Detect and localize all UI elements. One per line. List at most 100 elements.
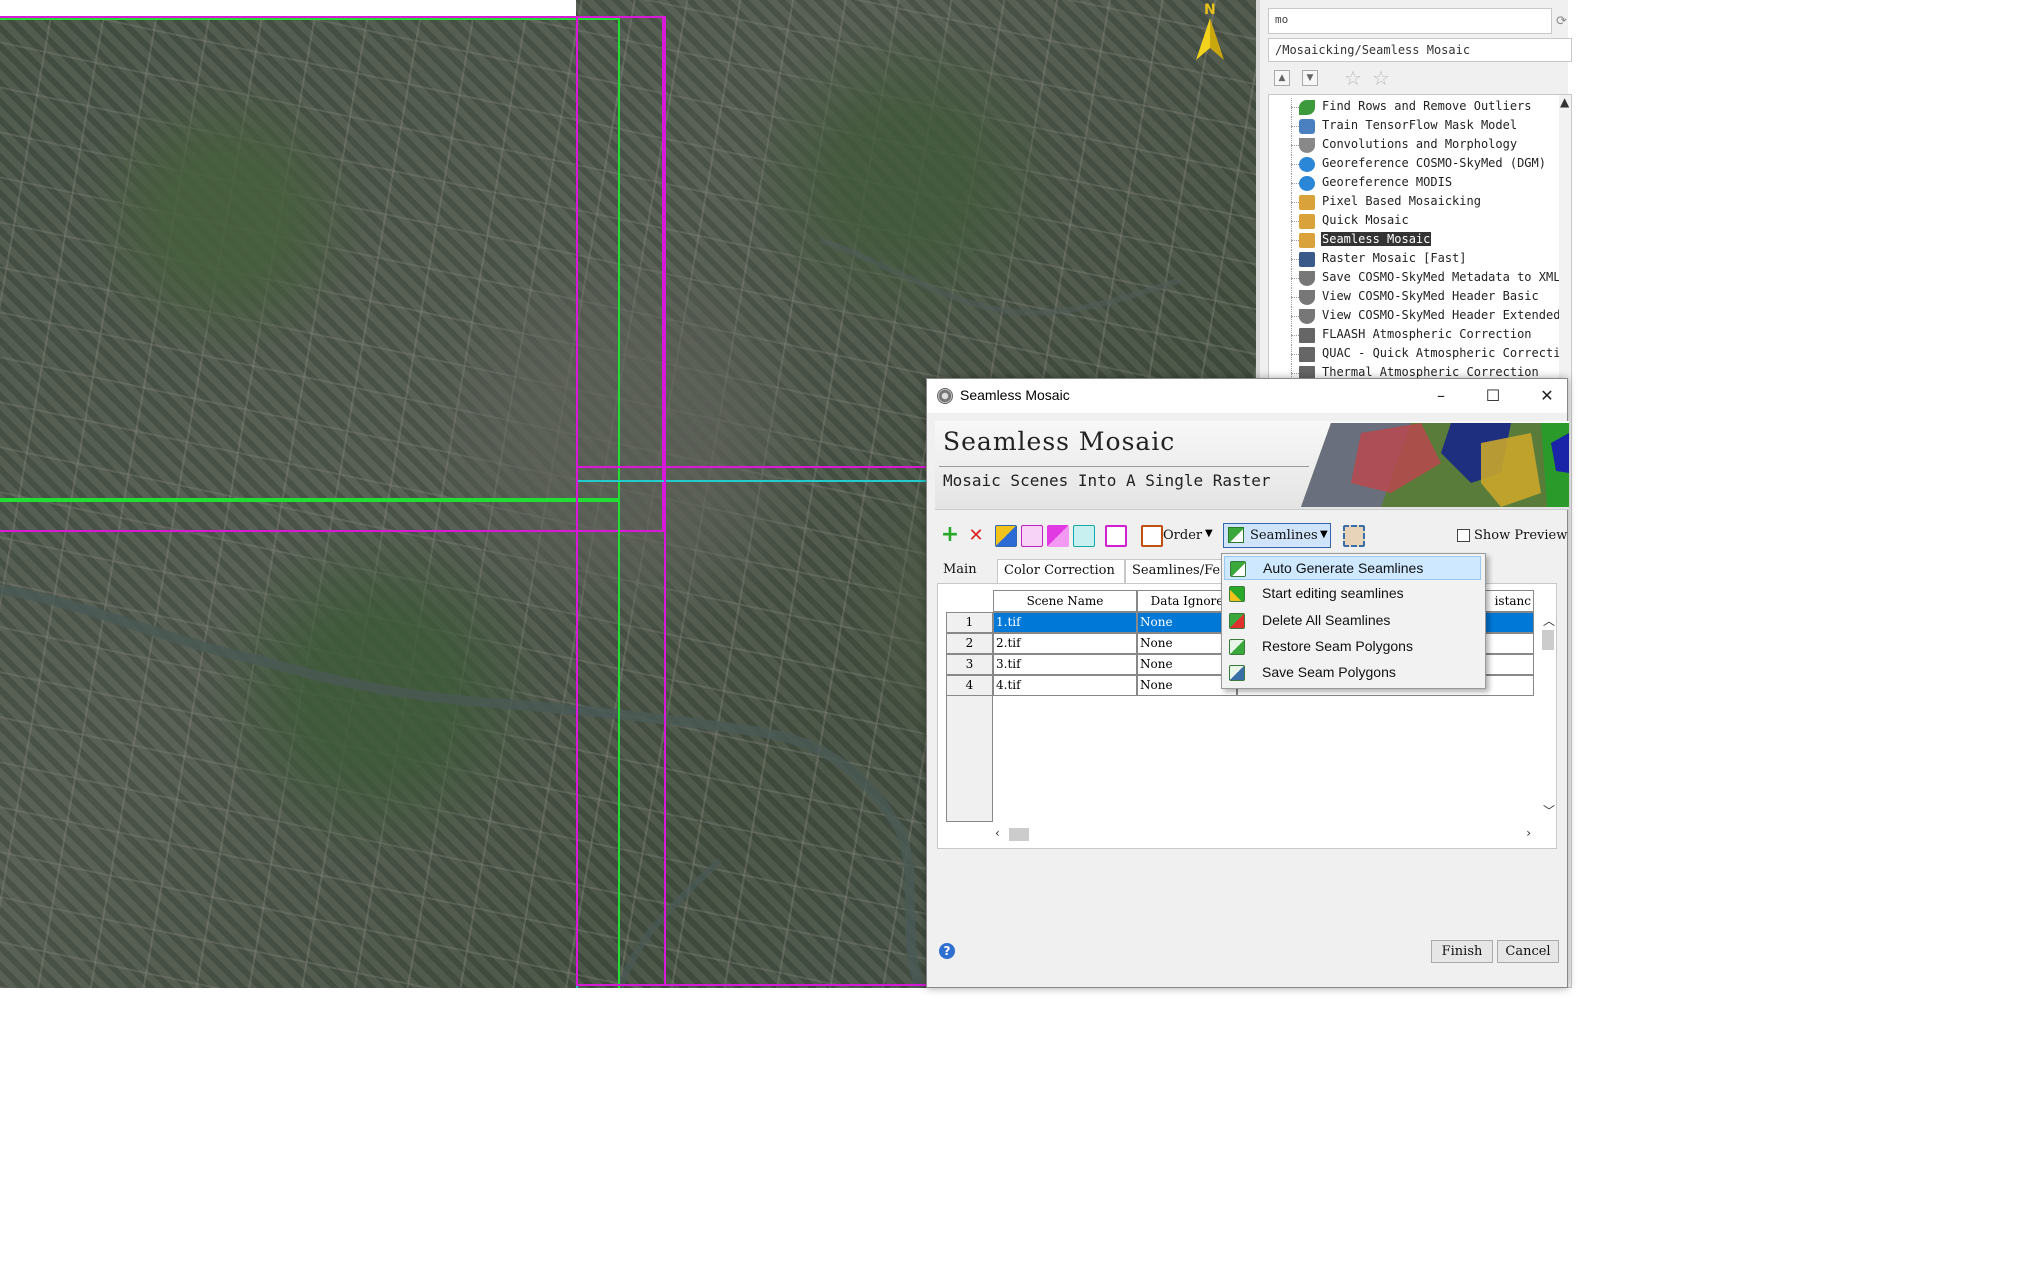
expand-all-button[interactable]: ▼	[1302, 70, 1318, 86]
puzzle-icon	[1299, 214, 1315, 229]
crop-icon[interactable]	[1343, 525, 1365, 547]
refresh-icon[interactable]: ⟳	[1556, 14, 1567, 29]
collapse-all-button[interactable]: ▲	[1274, 70, 1290, 86]
favorite-star-icon[interactable]: ☆	[1344, 66, 1362, 90]
dialog-subheading: Mosaic Scenes Into A Single Raster	[943, 471, 1271, 490]
table-horizontal-scrollbar[interactable]: ‹ ›	[993, 826, 1533, 842]
puzzle-icon	[1299, 195, 1315, 210]
seamlines-dropdown-menu: Auto Generate Seamlines Start editing sea…	[1221, 553, 1486, 689]
show-preview-label: Show Preview	[1474, 528, 1568, 543]
cyan-footprint-icon[interactable]	[1073, 525, 1095, 547]
tree-item[interactable]: Find Rows and Remove Outliers	[1269, 98, 1559, 117]
binary-icon	[1299, 347, 1315, 362]
column-header-distance[interactable]: istanc	[1482, 590, 1534, 612]
delete-seamline-icon	[1229, 612, 1245, 629]
close-button[interactable]: ✕	[1527, 383, 1567, 409]
finish-button[interactable]: Finish	[1431, 940, 1493, 963]
dialog-heading: Seamless Mosaic	[943, 427, 1176, 456]
order-button[interactable]: Order	[1163, 528, 1202, 543]
tree-item-label: Find Rows and Remove Outliers	[1322, 99, 1532, 113]
tree-item[interactable]: Save COSMO-SkyMed Metadata to XML	[1269, 269, 1561, 288]
tab-color-correction[interactable]: Color Correction	[997, 559, 1125, 583]
menu-item-label: Delete All Seamlines	[1262, 611, 1391, 628]
tree-item-label: View COSMO-SkyMed Header Extended	[1322, 308, 1561, 322]
tree-item-label: QUAC - Quick Atmospheric Correcti	[1322, 346, 1561, 360]
tree-item-label: Save COSMO-SkyMed Metadata to XML	[1322, 270, 1561, 284]
binary-icon	[1299, 328, 1315, 343]
tree-item[interactable]: View COSMO-SkyMed Header Basic	[1269, 288, 1559, 307]
cell-scene-name[interactable]: 3.tif	[993, 654, 1137, 675]
tree-item[interactable]: Georeference COSMO-SkyMed (DGM)	[1269, 155, 1559, 174]
order-icon[interactable]	[1141, 525, 1163, 547]
row-number[interactable]: 3	[946, 654, 993, 675]
menu-item[interactable]: Start editing seamlines	[1224, 582, 1481, 606]
menu-item-label: Restore Seam Polygons	[1262, 637, 1413, 654]
color-correction-icon[interactable]	[995, 525, 1017, 547]
leaf-icon	[1299, 100, 1315, 115]
tree-item[interactable]: Georeference MODIS	[1269, 174, 1559, 193]
tree-item-label: Georeference COSMO-SkyMed (DGM)	[1322, 156, 1546, 170]
seamlines-icon	[1228, 527, 1244, 543]
show-preview-checkbox[interactable]	[1457, 529, 1470, 542]
tree-item-label: Train TensorFlow Mask Model	[1322, 118, 1518, 132]
raster-icon	[1299, 252, 1315, 267]
maximize-button[interactable]: ☐	[1473, 383, 1513, 409]
row-number[interactable]: 4	[946, 675, 993, 696]
tree-item[interactable]: FLAASH Atmospheric Correction	[1269, 326, 1559, 345]
tree-item-label: Convolutions and Morphology	[1322, 137, 1518, 151]
tree-item[interactable]: Convolutions and Morphology	[1269, 136, 1559, 155]
add-scene-icon[interactable]: +	[939, 524, 961, 547]
row-number[interactable]: 1	[946, 612, 993, 633]
overlap-icon[interactable]	[1105, 525, 1127, 547]
minimize-button[interactable]: –	[1421, 383, 1461, 409]
remove-scene-icon[interactable]: ✕	[965, 525, 987, 547]
tree-item-label: Quick Mosaic	[1322, 213, 1409, 227]
footprint-toggle-icon[interactable]	[1021, 525, 1043, 547]
seamlines-button[interactable]: Seamlines ▼	[1223, 523, 1331, 548]
tree-item-label: Seamless Mosaic	[1321, 232, 1432, 246]
tree-item[interactable]: Seamless Mosaic	[1269, 231, 1559, 250]
tree-item[interactable]: View COSMO-SkyMed Header Extended	[1269, 307, 1561, 326]
cell-scene-name[interactable]: 1.tif	[993, 612, 1137, 633]
satellite-dish-icon	[1299, 271, 1315, 286]
row-number[interactable]: 2	[946, 633, 993, 654]
puzzle-icon	[1299, 233, 1315, 248]
tree-item[interactable]: Pixel Based Mosaicking	[1269, 193, 1559, 212]
satellite-dish-icon	[1299, 309, 1315, 324]
menu-item[interactable]: Save Seam Polygons	[1224, 661, 1481, 685]
menu-item[interactable]: Restore Seam Polygons	[1224, 635, 1481, 659]
app-icon	[937, 388, 953, 404]
tree-item-label: Raster Mosaic [Fast]	[1322, 251, 1467, 265]
tree-item[interactable]: Quick Mosaic	[1269, 212, 1559, 231]
tree-item[interactable]: Train TensorFlow Mask Model	[1269, 117, 1559, 136]
table-vertical-scrollbar[interactable]: ︿ ﹀	[1540, 610, 1556, 822]
column-header-scene-name[interactable]: Scene Name	[993, 590, 1137, 612]
globe-icon	[1299, 157, 1315, 172]
cell-scene-name[interactable]: 2.tif	[993, 633, 1137, 654]
menu-item-label: Start editing seamlines	[1262, 585, 1404, 602]
restore-polygon-icon	[1229, 638, 1245, 655]
tree-item-label: View COSMO-SkyMed Header Basic	[1322, 289, 1539, 303]
dialog-titlebar[interactable]: Seamless Mosaic – ☐ ✕	[927, 379, 1567, 413]
favorites-star-icon[interactable]: ☆	[1372, 66, 1390, 90]
seamlines-chevron-down-icon: ▼	[1320, 529, 1328, 540]
show-footprints-icon[interactable]	[1047, 525, 1069, 547]
tree-item-label: Pixel Based Mosaicking	[1322, 194, 1481, 208]
footprint-green-top	[0, 18, 620, 500]
tab-seamlines-feathering[interactable]: Seamlines/Fe	[1125, 559, 1225, 583]
menu-item[interactable]: Delete All Seamlines	[1224, 609, 1481, 633]
tree-item[interactable]: Raster Mosaic [Fast]	[1269, 250, 1559, 269]
help-icon[interactable]: ?	[939, 943, 955, 959]
banner-divider	[939, 466, 1309, 467]
cancel-button[interactable]: Cancel	[1497, 940, 1559, 963]
footprint-green-bottom	[0, 500, 620, 988]
menu-item-label: Save Seam Polygons	[1262, 664, 1396, 681]
tab-main[interactable]: Main	[937, 559, 987, 583]
toolbox-search-input[interactable]: mo	[1268, 8, 1552, 34]
tree-item[interactable]: QUAC - Quick Atmospheric Correcti	[1269, 345, 1561, 364]
footprint-magenta-strip	[576, 16, 666, 986]
north-label: N	[1204, 2, 1216, 18]
cell-scene-name[interactable]: 4.tif	[993, 675, 1137, 696]
globe-icon	[1299, 176, 1315, 191]
menu-item[interactable]: Auto Generate Seamlines	[1224, 556, 1481, 580]
